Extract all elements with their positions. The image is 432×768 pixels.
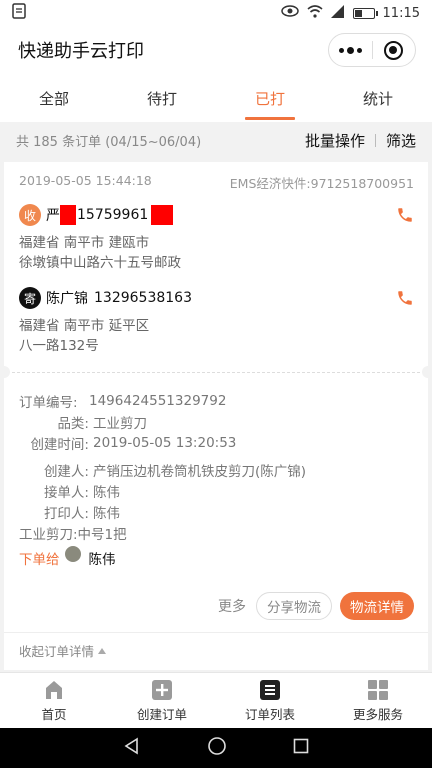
notification-icon xyxy=(12,3,30,23)
printer-value: 陈伟 xyxy=(93,505,120,522)
sender-section: 寄 陈广锦 13296538163 福建省 南平市 延平区 八一路132号 xyxy=(4,285,428,356)
nav-more-services-label: 更多服务 xyxy=(352,706,403,722)
collapse-label: 收起订单详情 xyxy=(19,644,95,659)
nav-create-order[interactable]: 创建订单 xyxy=(108,673,216,728)
order-tabs: 全部 待打 已打 统计 xyxy=(0,74,432,122)
avatar xyxy=(64,546,81,562)
receiver-staff-value: 陈伟 xyxy=(93,484,120,501)
goods-description: 工业剪刀:中号1把 xyxy=(19,526,127,543)
redaction-block xyxy=(151,205,174,225)
order-details: 订单编号: 1496424551329792 品类: 工业剪刀 创建时间: 2019… xyxy=(19,390,419,543)
sender-badge: 寄 xyxy=(19,287,41,309)
receiver-address-line2: 徐墩镇中山路六十五号邮政 xyxy=(19,255,181,271)
home-circle-icon[interactable] xyxy=(207,736,227,760)
category-value: 工业剪刀 xyxy=(93,415,147,432)
tab-all[interactable]: 全部 xyxy=(0,74,108,122)
creator-label: 创建人: xyxy=(43,463,89,480)
home-icon xyxy=(43,679,65,701)
logistics-detail-button[interactable]: 物流详情 xyxy=(340,592,414,620)
receiver-staff-label: 接单人: xyxy=(43,484,89,501)
title-bar: 快递助手云打印 xyxy=(0,26,432,74)
status-time: 11:15 xyxy=(382,5,420,21)
nav-home-label: 首页 xyxy=(41,706,67,722)
dispatch-row: 下单给 陈伟 xyxy=(19,546,116,568)
order-number-label: 订单编号: xyxy=(19,394,78,411)
dispatch-recipient: 陈伟 xyxy=(88,552,116,568)
order-count: 共 185 条订单 (04/15~06/04) xyxy=(16,134,202,150)
nav-home[interactable]: 首页 xyxy=(0,673,108,728)
tab-statistics[interactable]: 统计 xyxy=(324,74,432,122)
share-logistics-button[interactable]: 分享物流 xyxy=(256,592,332,620)
system-navigation-bar xyxy=(0,728,432,768)
more-menu-button[interactable] xyxy=(329,34,372,66)
sender-phone: 13296538163 xyxy=(94,290,192,306)
nav-create-order-label: 创建订单 xyxy=(136,706,187,722)
card-divider xyxy=(0,366,432,378)
tab-to-print[interactable]: 待打 xyxy=(108,74,216,122)
receiver-section: 收 严 15759961 福建省 南平市 建瓯市 徐墩镇中山路六十五号邮政 xyxy=(4,202,428,273)
order-datetime: 2019-05-05 15:44:18 xyxy=(19,173,152,188)
signal-icon xyxy=(330,4,345,22)
wifi-icon xyxy=(307,4,323,22)
app-title: 快递助手云打印 xyxy=(18,41,144,62)
list-icon xyxy=(259,679,281,701)
plus-square-icon xyxy=(151,679,173,701)
summary-bar: 共 185 条订单 (04/15~06/04) 批量操作 筛选 xyxy=(0,124,432,156)
back-icon[interactable] xyxy=(123,737,141,759)
created-time-label: 创建时间: xyxy=(30,436,89,453)
close-program-button[interactable] xyxy=(373,34,416,66)
tab-printed[interactable]: 已打 xyxy=(216,74,324,122)
call-receiver-phone-icon[interactable] xyxy=(396,206,414,224)
receiver-badge: 收 xyxy=(19,204,41,226)
sender-address-line1: 福建省 南平市 延平区 xyxy=(19,318,150,334)
created-time-value: 2019-05-05 13:20:53 xyxy=(93,434,237,451)
nav-order-list[interactable]: 订单列表 xyxy=(216,673,324,728)
more-button[interactable]: 更多 xyxy=(218,596,246,616)
creator-value: 产销压边机卷筒机铁皮剪刀(陈广锦) xyxy=(93,463,307,480)
receiver-address-line1: 福建省 南平市 建瓯市 xyxy=(19,235,150,251)
order-number-value: 1496424551329792 xyxy=(89,392,227,409)
sender-name: 陈广锦 xyxy=(46,291,88,307)
recents-icon[interactable] xyxy=(293,738,309,758)
more-dots-icon xyxy=(338,46,362,54)
battery-icon xyxy=(352,7,378,19)
status-bar: 11:15 xyxy=(0,0,432,26)
batch-operation-button[interactable]: 批量操作 xyxy=(305,130,365,151)
receiver-name: 严 xyxy=(46,208,60,224)
bottom-nav: 首页 创建订单 订单列表 更多服务 xyxy=(0,672,432,728)
nav-more-services[interactable]: 更多服务 xyxy=(324,673,432,728)
target-icon xyxy=(384,40,404,60)
category-label: 品类: xyxy=(57,415,89,432)
sender-address-line2: 八一路132号 xyxy=(19,338,99,354)
collapse-details-button[interactable]: 收起订单详情 xyxy=(4,632,428,668)
grid-icon xyxy=(367,679,389,701)
tracking-number: EMS经济快件:9712518700951 xyxy=(229,176,414,191)
card-actions: 更多 分享物流 物流详情 xyxy=(218,592,414,620)
call-sender-phone-icon[interactable] xyxy=(396,289,414,307)
dispatch-label: 下单给 xyxy=(19,552,60,568)
mini-program-capsule xyxy=(328,33,416,67)
eye-icon xyxy=(280,5,299,21)
nav-order-list-label: 订单列表 xyxy=(244,706,295,722)
receiver-phone: 15759961 xyxy=(77,207,149,223)
triangle-up-icon xyxy=(98,647,107,654)
printer-label: 打印人: xyxy=(43,505,89,522)
filter-button[interactable]: 筛选 xyxy=(386,130,416,151)
order-card: 2019-05-05 15:44:18 EMS经济快件:971251870095… xyxy=(0,162,432,670)
redaction-block xyxy=(60,205,76,225)
